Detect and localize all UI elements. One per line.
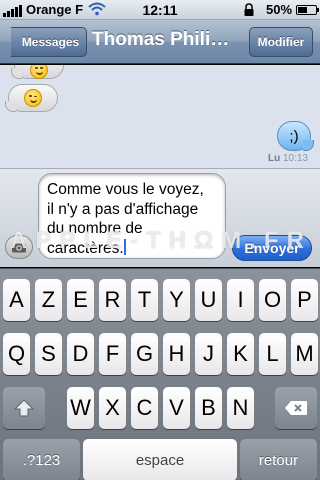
conversation-thread[interactable]: ;) Lu 10:13 <box>0 65 320 168</box>
timestamp-time: 10:13 <box>282 153 308 164</box>
message-input-line: caractères. <box>47 239 124 257</box>
battery-percent: 50% <box>266 2 293 17</box>
key-c[interactable]: C <box>131 387 158 429</box>
space-key[interactable]: espace <box>83 439 237 480</box>
edit-button[interactable]: Modifier <box>249 27 313 57</box>
backspace-key[interactable] <box>275 387 317 429</box>
key-s[interactable]: S <box>35 333 62 375</box>
lock-icon <box>244 3 254 16</box>
key-o[interactable]: O <box>259 279 286 321</box>
message-input-line: du nombre de <box>47 220 143 237</box>
key-j[interactable]: J <box>195 333 222 375</box>
smiley-emoji-icon <box>30 65 48 79</box>
key-b[interactable]: B <box>195 387 222 429</box>
key-n[interactable]: N <box>227 387 254 429</box>
key-q[interactable]: Q <box>3 333 30 375</box>
key-k[interactable]: K <box>227 333 254 375</box>
key-u[interactable]: U <box>195 279 222 321</box>
key-x[interactable]: X <box>99 387 126 429</box>
shift-icon <box>14 399 34 417</box>
return-key[interactable]: retour <box>240 439 317 480</box>
key-t[interactable]: T <box>131 279 158 321</box>
keyboard: A Z E R T Y U I O P Q S D F G H J K L M … <box>0 268 320 480</box>
incoming-message-bubble[interactable] <box>5 84 58 112</box>
message-input-line: il n'y a pas d'affichage <box>47 200 199 218</box>
key-w[interactable]: W <box>67 387 94 429</box>
key-m[interactable]: M <box>291 333 318 375</box>
compose-bar: Comme vous le voyez, il n'y a pas d'affi… <box>0 168 320 267</box>
wink-emoji-icon <box>24 89 42 107</box>
incoming-message-bubble[interactable] <box>11 65 64 79</box>
numbers-key[interactable]: .?123 <box>3 439 80 480</box>
key-f[interactable]: F <box>99 333 126 375</box>
camera-button[interactable] <box>5 235 33 259</box>
text-caret <box>123 238 126 255</box>
timestamp-sender: Lu <box>267 153 281 164</box>
send-button[interactable]: Envoyer <box>232 235 312 261</box>
key-d[interactable]: D <box>67 333 94 375</box>
message-input-line: Comme vous le voyez, <box>47 181 204 198</box>
key-z[interactable]: Z <box>35 279 62 321</box>
key-r[interactable]: R <box>99 279 126 321</box>
camera-icon <box>12 241 26 253</box>
key-l[interactable]: L <box>259 333 286 375</box>
back-button[interactable]: Messages <box>11 27 87 57</box>
key-y[interactable]: Y <box>163 279 190 321</box>
navigation-bar: Messages Thomas Phili… Modifier <box>0 20 320 64</box>
message-input[interactable]: Comme vous le voyez, il n'y a pas d'affi… <box>38 173 226 259</box>
back-button-label: Messages <box>21 35 80 49</box>
battery-icon <box>296 5 319 15</box>
page-title: Thomas Phili… <box>92 29 230 50</box>
key-i[interactable]: I <box>227 279 254 321</box>
key-p[interactable]: P <box>291 279 318 321</box>
key-v[interactable]: V <box>163 387 190 429</box>
key-g[interactable]: G <box>131 333 158 375</box>
battery-fill <box>298 7 307 13</box>
message-timestamp: Lu 10:13 <box>268 153 308 164</box>
key-a[interactable]: A <box>3 279 30 321</box>
backspace-icon <box>285 401 307 415</box>
outgoing-message-bubble[interactable]: ;) <box>277 121 314 151</box>
shift-key[interactable] <box>3 387 45 429</box>
key-e[interactable]: E <box>67 279 94 321</box>
key-h[interactable]: H <box>163 333 190 375</box>
status-bar: Orange F 12:11 50% <box>0 0 320 20</box>
